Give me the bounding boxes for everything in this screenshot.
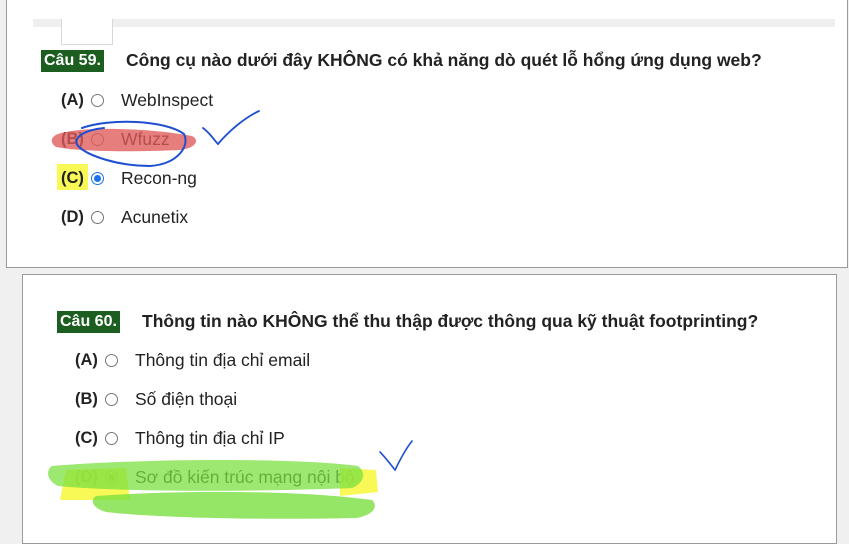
option-letter: (A) [61,90,84,109]
question-text: Công cụ nào dưới đây KHÔNG có khả năng d… [126,50,762,70]
option-letter: (C) [75,428,98,447]
question-card-59: Câu 59. Công cụ nào dưới đây KHÔNG có kh… [6,0,848,268]
option-letter: (C) [61,168,84,187]
option-letter: (D) [75,467,98,486]
option-radio[interactable] [91,93,104,107]
option-radio[interactable] [91,210,104,224]
option-c[interactable]: (C) Thông tin địa chỉ IP [75,426,285,450]
option-letter: (D) [61,207,84,226]
card-top-bar [33,19,835,45]
question-text: Thông tin nào KHÔNG thể thu thập được th… [142,311,759,331]
option-letter: (B) [75,389,98,408]
option-label: Thông tin địa chỉ email [135,349,311,370]
option-a[interactable]: (A) WebInspect [61,88,213,112]
option-b[interactable]: (B) Wfuzz [61,127,170,151]
option-label: Wfuzz [121,128,170,149]
option-radio-checked[interactable] [91,171,104,185]
option-radio[interactable] [91,132,104,146]
option-d[interactable]: (D) Acunetix [61,205,188,229]
option-radio[interactable] [105,353,118,367]
option-a[interactable]: (A) Thông tin địa chỉ email [75,348,310,372]
option-label: Thông tin địa chỉ IP [135,427,285,448]
card-top-tab [61,19,113,45]
option-radio[interactable] [105,392,118,406]
option-d[interactable]: (D) Sơ đồ kiến trúc mạng nội bộ [75,465,355,489]
question-number-badge: Câu 60. [57,311,120,333]
option-letter: (B) [61,129,84,148]
option-letter: (A) [75,350,98,369]
option-radio[interactable] [105,431,118,445]
option-label: Số điện thoại [135,388,238,409]
option-radio-checked[interactable] [105,470,118,484]
option-label: Acunetix [121,206,189,227]
option-c[interactable]: (C) Recon-ng [61,166,197,190]
question-card-60: Câu 60. Thông tin nào KHÔNG thể thu thập… [22,274,837,544]
option-label: WebInspect [121,89,214,110]
option-b[interactable]: (B) Số điện thoại [75,387,237,411]
option-label: Sơ đồ kiến trúc mạng nội bộ [135,466,355,487]
option-label: Recon-ng [121,167,197,188]
question-number-badge: Câu 59. [41,50,104,72]
